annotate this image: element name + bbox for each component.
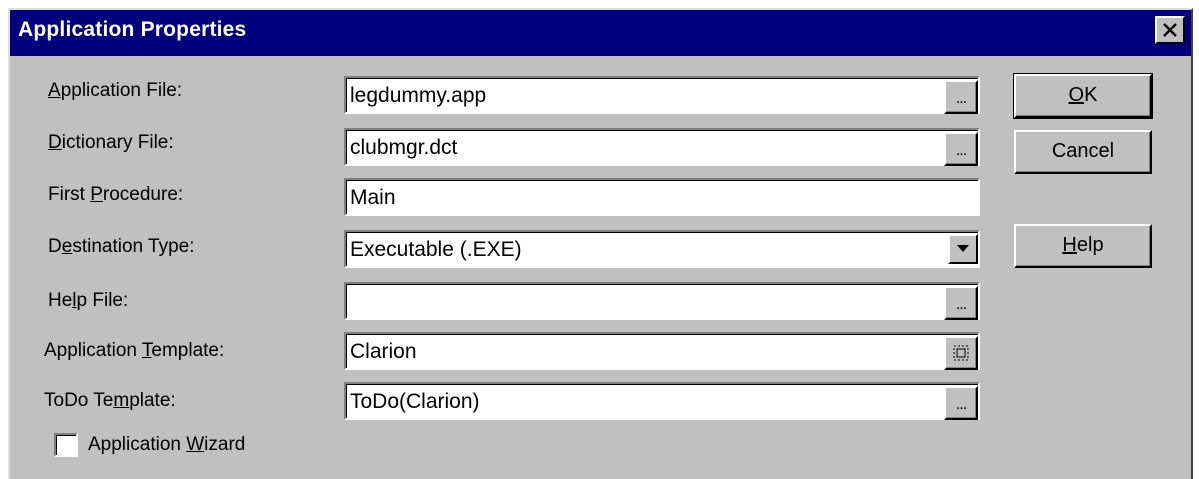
help-button[interactable]: Help (1014, 224, 1152, 268)
todo-template-input[interactable]: ToDo(Clarion) (344, 382, 980, 420)
application-wizard-checkbox[interactable] (54, 433, 78, 457)
application-template-button[interactable] (944, 336, 978, 370)
cancel-button[interactable]: Cancel (1014, 130, 1152, 174)
application-template-label: Application Template: (44, 340, 225, 361)
todo-template-label: ToDo Template: (44, 390, 176, 411)
application-template-input[interactable]: Clarion (344, 332, 980, 370)
application-file-input[interactable]: legdummy.app (344, 76, 980, 114)
close-icon (1163, 23, 1177, 37)
dictionary-file-input[interactable]: clubmgr.dct (344, 128, 980, 166)
first-procedure-input[interactable]: Main (344, 178, 980, 216)
help-file-input[interactable] (344, 282, 980, 320)
title-bar: Application Properties (10, 10, 1191, 56)
destination-type-label: Destination Type: (48, 236, 195, 257)
chevron-down-icon (957, 245, 969, 252)
help-file-label: Help File: (48, 290, 129, 311)
first-procedure-label: First Procedure: (48, 184, 184, 205)
application-file-browse-button[interactable]: ... (944, 80, 978, 114)
ok-button[interactable]: OK (1013, 73, 1153, 119)
todo-template-browse-button[interactable]: ... (944, 386, 978, 420)
window-title: Application Properties (18, 18, 247, 41)
dictionary-file-label: Dictionary File: (48, 132, 174, 153)
application-wizard-label[interactable]: Application Wizard (88, 434, 245, 456)
destination-type-dropdown-button[interactable] (948, 234, 978, 264)
help-file-browse-button[interactable]: ... (944, 286, 978, 320)
application-file-label: Application File: (48, 80, 183, 101)
template-icon (953, 345, 969, 361)
dictionary-file-browse-button[interactable]: ... (944, 132, 978, 166)
destination-type-select[interactable]: Executable (.EXE) (344, 230, 980, 268)
application-properties-dialog: Application Properties Application File:… (8, 8, 1193, 479)
close-button[interactable] (1155, 16, 1185, 44)
